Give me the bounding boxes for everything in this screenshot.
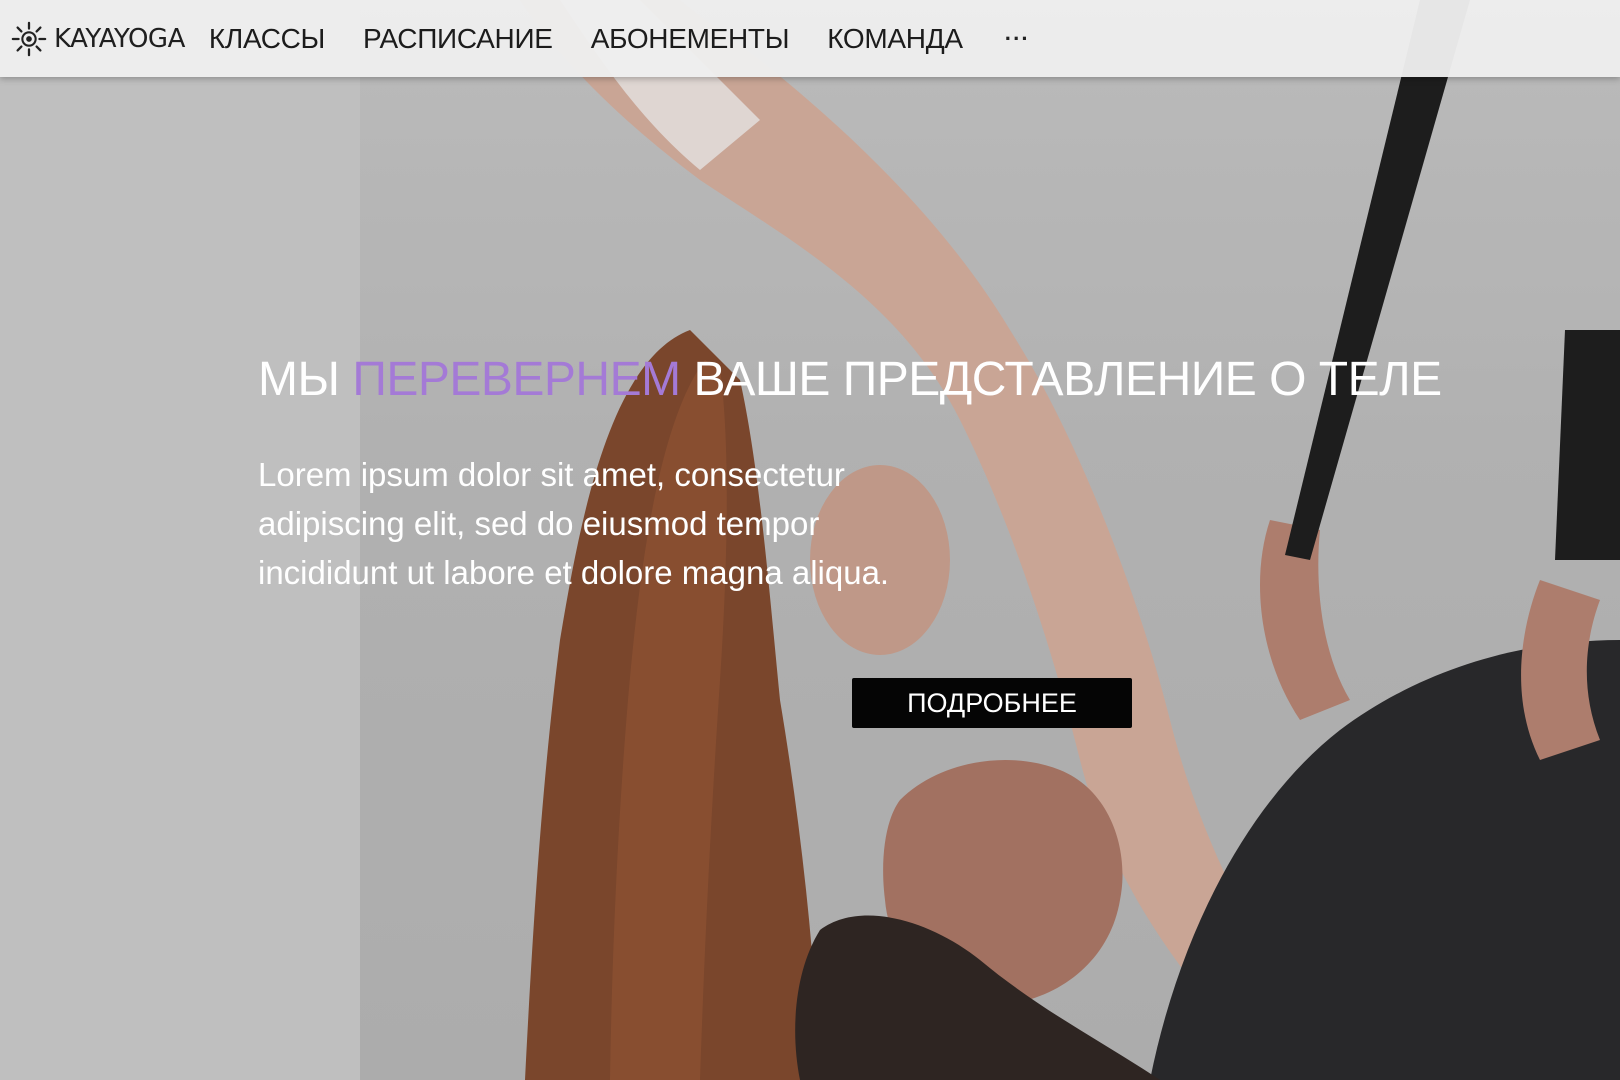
- headline-start: МЫ: [258, 353, 340, 406]
- headline-end: ВАШЕ ПРЕДСТАВЛЕНИЕ О ТЕЛЕ: [693, 353, 1442, 406]
- nav-item-classes[interactable]: КЛАССЫ: [209, 23, 325, 55]
- hero-lead-text: Lorem ipsum dolor sit amet, consectetur …: [258, 456, 890, 591]
- nav-item-subscriptions[interactable]: АБОНЕМЕНТЫ: [591, 23, 790, 55]
- brand-logo[interactable]: KAYAYOGA: [10, 20, 185, 58]
- main-nav: КЛАССЫ РАСПИСАНИЕ АБОНЕМЕНТЫ КОМАНДА ···: [209, 23, 1030, 55]
- headline-accent: ПЕРЕВЕРНЕМ: [352, 353, 681, 406]
- more-details-button[interactable]: ПОДРОБНЕЕ: [852, 678, 1132, 728]
- sun-mandala-logo-icon: [11, 21, 47, 56]
- nav-more-icon[interactable]: ···: [1005, 26, 1030, 52]
- brand-name: KAYAYOGA: [54, 23, 185, 54]
- nav-item-schedule[interactable]: РАСПИСАНИЕ: [363, 23, 553, 55]
- top-navbar: KAYAYOGA КЛАССЫ РАСПИСАНИЕ АБОНЕМЕНТЫ КО…: [0, 0, 1620, 77]
- nav-item-team[interactable]: КОМАНДА: [827, 23, 963, 55]
- hero-headline: МЫ ПЕРЕВЕРНЕМ ВАШЕ ПРЕДСТАВЛЕНИЕ О ТЕЛЕ: [258, 352, 1442, 407]
